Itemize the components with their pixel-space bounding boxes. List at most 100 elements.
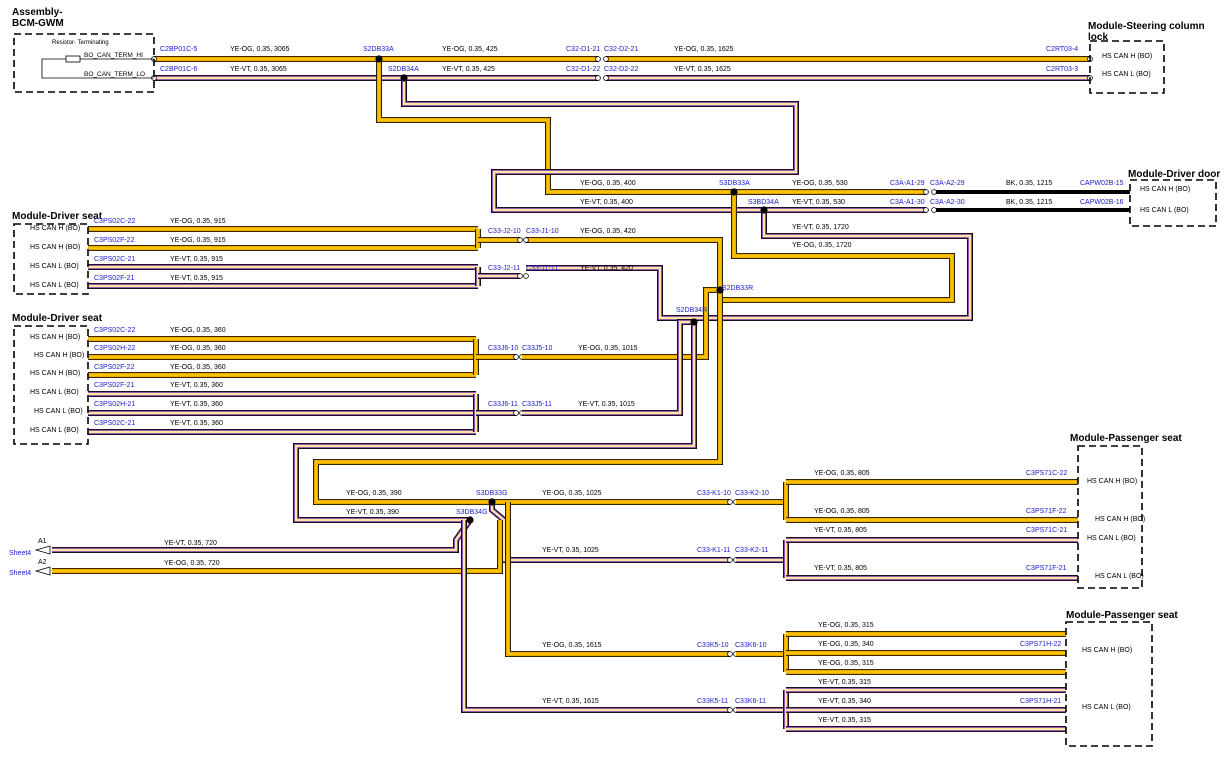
- connector-label[interactable]: C2BP01C-5: [160, 46, 197, 53]
- wire-trace: [522, 320, 694, 415]
- connector-pin-icon: [595, 56, 601, 62]
- offpage-refs[interactable]: A1 Sheet4 A2 Sheet4: [9, 538, 51, 577]
- pin-label: HS CAN L (BO): [1140, 207, 1189, 214]
- offpage-sheet-link[interactable]: Sheet4: [9, 570, 31, 577]
- connector-label[interactable]: C3PS02C-21: [94, 256, 135, 263]
- connector-label[interactable]: C33-J1-10: [526, 228, 559, 235]
- connector-label[interactable]: C2RT03-4: [1046, 46, 1078, 53]
- wire-label: YE-OG, 0.35, 1720: [792, 242, 852, 249]
- pin-label: HS CAN H (BO): [1095, 516, 1145, 523]
- driver-door-title: Module-Driver door: [1128, 169, 1220, 180]
- passenger-seat-module-2[interactable]: Module-Passenger seat HS CAN H (BO) HS C…: [1065, 610, 1178, 747]
- offpage-sheet-link[interactable]: Sheet4: [9, 550, 31, 557]
- splice-dot: [760, 206, 768, 214]
- connector-label[interactable]: CAPW02B-15: [1080, 180, 1124, 187]
- connector-label[interactable]: C3A-A1-30: [890, 199, 925, 206]
- connector-pin-icon: [603, 56, 609, 62]
- connector-label[interactable]: C33J5-11: [522, 401, 552, 408]
- splice-label[interactable]: S2DB33A: [363, 46, 394, 53]
- resistor-label: Resistor- Terminating: [52, 40, 109, 46]
- splice-dot: [466, 516, 474, 524]
- pin-label: HS CAN H (BO): [30, 370, 80, 377]
- connector-label[interactable]: C33-J2-11: [488, 265, 520, 272]
- splice-label[interactable]: S2DB33R: [722, 285, 753, 292]
- connector-label[interactable]: C32-D2-21: [604, 46, 638, 53]
- connector-label[interactable]: C33K5-10: [697, 642, 729, 649]
- wire-trace: [52, 519, 471, 552]
- bcm-module[interactable]: Assembly- BCM-GWM Resistor- Terminating …: [12, 7, 155, 93]
- connector-label[interactable]: C3A-A1-29: [890, 180, 925, 187]
- connector-label[interactable]: C33-J1-11: [526, 265, 558, 272]
- connector-label[interactable]: C33-K1-11: [697, 547, 730, 554]
- wire-label: YE-VT, 0.35, 425: [442, 66, 495, 73]
- splice-label[interactable]: S3DB33G: [476, 490, 508, 497]
- connector-label[interactable]: C32-D1-22: [566, 66, 600, 73]
- pin-label: HS CAN H (BO): [34, 352, 84, 359]
- connector-pin-icon: [931, 207, 937, 213]
- splice-dot: [488, 498, 496, 506]
- connector-label[interactable]: C3PS02F-21: [94, 382, 135, 389]
- connector-label[interactable]: C33-K1-10: [697, 490, 731, 497]
- connector-label[interactable]: C3A-A2-29: [930, 180, 965, 187]
- connector-label[interactable]: C33J6-10: [488, 345, 518, 352]
- wire-trace: [506, 502, 730, 656]
- wire-labels: YE-OG, 0.35, 3065 YE-VT, 0.35, 3065 YE-O…: [164, 46, 1052, 724]
- connector-label[interactable]: C33K6-11: [735, 698, 766, 705]
- pin-label: HS CAN L (BO): [1095, 573, 1144, 580]
- splice-label[interactable]: S3DB34G: [456, 509, 488, 516]
- connector-label[interactable]: C3PS71H-22: [1020, 641, 1061, 648]
- wire-label: YE-OG, 0.35, 805: [814, 470, 870, 477]
- connector-label[interactable]: C33-K2-11: [735, 547, 768, 554]
- connector-label[interactable]: C3PS71F-21: [1026, 565, 1067, 572]
- wire-trace: [489, 502, 730, 563]
- wire-label: YE-VT, 0.35, 805: [814, 565, 867, 572]
- splice-label[interactable]: S2DB34A: [388, 66, 419, 73]
- connector-pin-icon: [727, 499, 733, 505]
- driver-door-module[interactable]: Module-Driver door HS CAN H (BO) HS CAN …: [1128, 169, 1220, 227]
- splice-label[interactable]: S2DB34R: [676, 307, 707, 314]
- steering-lock-module[interactable]: Module-Steering column lock HS CAN H (BO…: [1088, 21, 1205, 94]
- pin-label: HS CAN L (BO): [30, 263, 79, 270]
- connector-label[interactable]: C2BP01C-6: [160, 66, 197, 73]
- driver-seat-module-1[interactable]: Module-Driver seat HS CAN H (BO) HS CAN …: [12, 211, 103, 295]
- pin-label: BO_CAN_TERM_LO: [84, 71, 145, 78]
- wire-label: YE-VT, 0.35, 390: [346, 509, 399, 516]
- wire-label: YE-OG, 0.35, 3065: [230, 46, 290, 53]
- connector-label[interactable]: C33-J2-10: [488, 228, 521, 235]
- offpage-pin-label: A2: [38, 559, 47, 566]
- connector-label[interactable]: C33J5-10: [522, 345, 552, 352]
- wire-label: YE-VT, 0.35, 315: [818, 679, 871, 686]
- connector-label[interactable]: C3PS02F-22: [94, 364, 135, 371]
- splice-label[interactable]: S3DB33A: [719, 180, 750, 187]
- wire-label: YE-OG, 0.35, 400: [580, 180, 636, 187]
- connector-label[interactable]: CAPW02B-16: [1080, 199, 1124, 206]
- driver-seat-module-2[interactable]: Module-Driver seat HS CAN H (BO) HS CAN …: [12, 313, 103, 445]
- pin-label: HS CAN L (BO): [1087, 535, 1136, 542]
- connector-label[interactable]: C3PS02F-22: [94, 237, 135, 244]
- connector-label[interactable]: C33K5-11: [697, 698, 728, 705]
- connector-pin-icon: [923, 189, 929, 195]
- connector-label[interactable]: C3PS02H-21: [94, 401, 135, 408]
- connector-label[interactable]: C32-D2-22: [604, 66, 638, 73]
- wire-label: BK, 0.35, 1215: [1006, 180, 1052, 187]
- splice-label[interactable]: S3BD34A: [748, 199, 779, 206]
- connector-label[interactable]: C33K6-10: [735, 642, 767, 649]
- connector-label[interactable]: C3A-A2-30: [930, 199, 965, 206]
- passenger-seat-module-1[interactable]: Module-Passenger seat HS CAN H (BO) HS C…: [1070, 433, 1182, 589]
- connector-label[interactable]: C3PS71C-22: [1026, 470, 1067, 477]
- connector-label[interactable]: C32-D1-21: [566, 46, 600, 53]
- wire-label: YE-VT, 0.35, 360: [170, 420, 223, 427]
- connector-label[interactable]: C3PS02F-21: [94, 275, 135, 282]
- connector-label[interactable]: C3PS02C-22: [94, 327, 135, 334]
- connector-label[interactable]: C3PS71F-22: [1026, 508, 1067, 515]
- pin-label: HS CAN H (BO): [1087, 478, 1137, 485]
- connector-label[interactable]: C3PS02C-21: [94, 420, 135, 427]
- connector-label[interactable]: C2RT03-3: [1046, 66, 1078, 73]
- connector-label[interactable]: C3PS02C-22: [94, 218, 135, 225]
- connector-label[interactable]: C3PS71H-21: [1020, 698, 1061, 705]
- driver-seat-title: Module-Driver seat: [12, 313, 103, 324]
- connector-label[interactable]: C3PS71C-21: [1026, 527, 1067, 534]
- connector-label[interactable]: C3PS02H-22: [94, 345, 135, 352]
- connector-label[interactable]: C33-K2-10: [735, 490, 769, 497]
- connector-label[interactable]: C33J6-11: [488, 401, 518, 408]
